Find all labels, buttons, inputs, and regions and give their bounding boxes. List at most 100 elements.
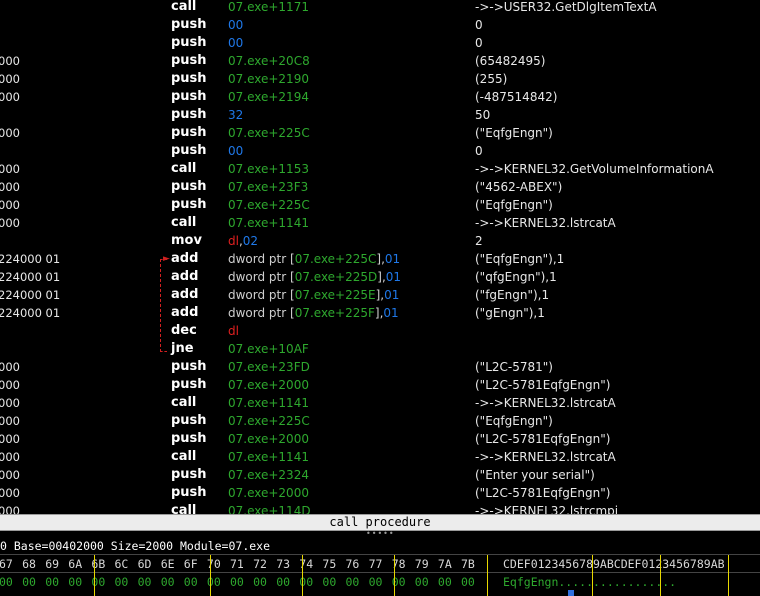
instruction-row[interactable]: 000 push 07.exe+225C ("EqfgEngn"): [0, 412, 760, 430]
dump-header-row: 67 68 69 6A 6B 6C 6D 6E 6F 70 71 72 73 74 75 76 77 78 79 7A…: [0, 555, 760, 572]
instruction-address: 000: [0, 504, 20, 514]
byte-group-separator: [394, 555, 395, 596]
dump-byte[interactable]: 00: [45, 575, 59, 589]
instruction-operands: 07.exe+1141: [228, 214, 309, 232]
dump-byte[interactable]: 00: [184, 575, 198, 589]
operand-part: 07.exe+114D: [228, 504, 311, 514]
dump-byte[interactable]: 00: [253, 575, 267, 589]
instruction-row[interactable]: push 00 0: [0, 142, 760, 160]
instruction-mnemonic: jne: [171, 341, 194, 356]
dump-byte[interactable]: 00: [346, 575, 360, 589]
dump-byte[interactable]: 00: [161, 575, 175, 589]
instruction-row[interactable]: dec dl: [0, 322, 760, 340]
dump-header-byte: 68: [22, 557, 36, 571]
dump-byte[interactable]: 00: [438, 575, 452, 589]
instruction-comment: 0: [475, 36, 483, 50]
instruction-comment: ->->KERNEL32.lstrcatA: [475, 450, 616, 464]
dump-byte[interactable]: 00: [322, 575, 336, 589]
operand-part: 07.exe+225C: [228, 414, 310, 428]
dump-byte[interactable]: 00: [461, 575, 475, 589]
instruction-row[interactable]: 000 push 07.exe+2000 ("L2C-5781EqfgEngn"): [0, 430, 760, 448]
instruction-comment: (255): [475, 72, 508, 86]
operand-part: 07.exe+1141: [228, 396, 309, 410]
instruction-row[interactable]: 000 call 07.exe+114D ->->KERNEL32.lstrcmpi: [0, 502, 760, 514]
operand-part: 07.exe+225D: [294, 270, 378, 284]
dump-header-byte: 6D: [137, 557, 152, 571]
instruction-row[interactable]: 000 push 07.exe+23F3 ("4562-ABEX"): [0, 178, 760, 196]
operand-part: 00: [228, 36, 244, 50]
instruction-address: 000: [0, 72, 20, 86]
instruction-row[interactable]: 000 push 07.exe+2194 (-487514842): [0, 88, 760, 106]
instruction-operands: 07.exe+2000: [228, 430, 309, 448]
instruction-row[interactable]: 000 call 07.exe+1153 ->->KERNEL32.GetVolume…: [0, 160, 760, 178]
instruction-row[interactable]: 000 push 07.exe+225C ("EqfgEngn"): [0, 124, 760, 142]
instruction-row[interactable]: push 00 0: [0, 16, 760, 34]
dump-byte[interactable]: 00: [22, 575, 36, 589]
status-text: call procedure: [329, 515, 431, 529]
instruction-operands: 07.exe+10AF: [228, 340, 309, 358]
instruction-row[interactable]: 000 push 07.exe+225C ("EqfgEngn"): [0, 196, 760, 214]
instruction-mnemonic: mov: [171, 233, 202, 248]
instruction-row[interactable]: 000 push 07.exe+2324 ("Enter your serial"): [0, 466, 760, 484]
operand-part: 07.exe+10AF: [228, 342, 309, 356]
dump-header-byte: 7A: [437, 557, 452, 571]
instruction-row[interactable]: 000 push 07.exe+2000 ("L2C-5781EqfgEngn"): [0, 484, 760, 502]
instruction-operands: 07.exe+1171: [228, 0, 309, 16]
dump-byte[interactable]: 00: [115, 575, 129, 589]
instruction-row[interactable]: mov dl,02 2: [0, 232, 760, 250]
instruction-row[interactable]: push 32 50: [0, 106, 760, 124]
instruction-row[interactable]: 224000 01 add dword ptr [07.exe+225C],01 ("…: [0, 250, 760, 268]
dump-byte[interactable]: 00: [369, 575, 383, 589]
instruction-row[interactable]: 224000 01 add dword ptr [07.exe+225D],01 ("…: [0, 268, 760, 286]
instruction-comment: ("gEngn"),1: [475, 306, 545, 320]
operand-part: 07.exe+1141: [228, 216, 309, 230]
instruction-row[interactable]: 000 push 07.exe+2190 (255): [0, 70, 760, 88]
dump-data-row[interactable]: 00 00 00 00 00 00 00 00 00 00 00 00 00 00 00 00 00 00 00 00…: [0, 573, 760, 589]
ascii-group-separator: [592, 555, 593, 596]
instruction-row[interactable]: 000 call 07.exe+1141 ->->KERNEL32.lstrcatA: [0, 448, 760, 466]
disassembly-view[interactable]: call 07.exe+1171 ->->USER32.GetDlgItemText…: [0, 0, 760, 514]
instruction-mnemonic: push: [171, 53, 207, 68]
dump-byte[interactable]: 00: [230, 575, 244, 589]
instruction-row[interactable]: 224000 01 add dword ptr [07.exe+225E],01 ("…: [0, 286, 760, 304]
instruction-row[interactable]: push 00 0: [0, 34, 760, 52]
operand-part: 07.exe+1171: [228, 0, 309, 14]
dump-byte[interactable]: 00: [207, 575, 221, 589]
instruction-row[interactable]: 000 push 07.exe+23FD ("L2C-5781"): [0, 358, 760, 376]
dump-data-row-partial[interactable]: [0, 591, 760, 596]
instruction-mnemonic: push: [171, 179, 207, 194]
instruction-operands: 07.exe+225C: [228, 196, 310, 214]
operand-part: 32: [228, 108, 244, 122]
instruction-mnemonic: push: [171, 197, 207, 212]
instruction-row[interactable]: call 07.exe+1171 ->->USER32.GetDlgItemText…: [0, 0, 760, 16]
instruction-row[interactable]: 000 call 07.exe+1141 ->->KERNEL32.lstrcatA: [0, 394, 760, 412]
instruction-operands: 07.exe+2194: [228, 88, 309, 106]
instruction-address: 000: [0, 162, 20, 176]
byte-group-separator: [302, 555, 303, 596]
dump-ascii[interactable]: EqfgEngn.................: [503, 575, 676, 589]
instruction-mnemonic: push: [171, 71, 207, 86]
dump-byte[interactable]: 00: [415, 575, 429, 589]
dump-header-byte: 6C: [114, 557, 129, 571]
instruction-row[interactable]: 000 call 07.exe+1141 ->->KERNEL32.lstrcatA: [0, 214, 760, 232]
dump-byte[interactable]: 00: [276, 575, 290, 589]
instruction-mnemonic: call: [171, 0, 197, 14]
dump-byte[interactable]: 00: [138, 575, 152, 589]
instruction-row[interactable]: 000 push 07.exe+20C8 (65482495): [0, 52, 760, 70]
instruction-mnemonic: push: [171, 467, 207, 482]
instruction-row[interactable]: jne 07.exe+10AF: [0, 340, 760, 358]
instruction-address: 000: [0, 90, 20, 104]
instruction-mnemonic: push: [171, 89, 207, 104]
dump-byte[interactable]: 00: [0, 575, 13, 589]
instruction-mnemonic: add: [171, 287, 199, 302]
instruction-row[interactable]: 000 push 07.exe+2000 ("L2C-5781EqfgEngn"): [0, 376, 760, 394]
instruction-address: 000: [0, 180, 20, 194]
instruction-address: 000: [0, 432, 20, 446]
dump-header-byte: 69: [45, 557, 60, 571]
instruction-mnemonic: call: [171, 215, 197, 230]
instruction-row[interactable]: 224000 01 add dword ptr [07.exe+225F],01 ("…: [0, 304, 760, 322]
operand-part: 02: [242, 234, 259, 248]
memory-dump-view[interactable]: 0 Base=00402000 Size=2000 Module=07.exe …: [0, 537, 760, 596]
instruction-address: 000: [0, 216, 20, 230]
dump-byte[interactable]: 00: [68, 575, 82, 589]
